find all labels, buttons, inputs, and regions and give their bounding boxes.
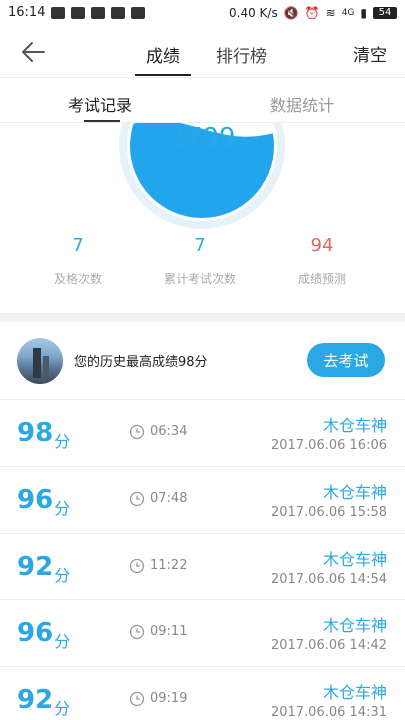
wifi-icon: ≋ bbox=[325, 5, 336, 20]
score-gauge: 2799 7 及格次数 7 累计考试次数 94 成绩预测 bbox=[0, 123, 405, 313]
status-time: 16:14 bbox=[8, 5, 46, 20]
record-score-unit: 分 bbox=[54, 498, 71, 518]
tab-data-statistics[interactable]: 数据统计 bbox=[270, 92, 334, 116]
tab-scores[interactable]: 成绩 bbox=[146, 42, 180, 67]
record-user-name: 木仓车神 bbox=[322, 616, 387, 636]
clock-icon bbox=[129, 491, 145, 506]
app2-icon bbox=[131, 6, 146, 19]
record-duration: 07:48 bbox=[150, 490, 188, 506]
mute-icon: 🔇 bbox=[283, 5, 299, 20]
clear-button[interactable]: 清空 bbox=[353, 41, 387, 66]
best-score-card: 您的历史最高成绩98分 去考试 bbox=[0, 322, 405, 400]
take-exam-button[interactable]: 去考试 bbox=[307, 343, 385, 377]
clock-icon bbox=[129, 424, 145, 440]
record-score-unit: 分 bbox=[54, 432, 71, 451]
record-score: 92 bbox=[17, 551, 54, 582]
back-arrow-icon[interactable] bbox=[18, 37, 48, 67]
alarm-icon: ⏰ bbox=[304, 5, 320, 20]
avatar bbox=[17, 338, 63, 384]
record-score: 96 bbox=[17, 618, 54, 649]
stat-label: 成绩预测 bbox=[297, 272, 346, 286]
mail-icon bbox=[91, 6, 106, 19]
status-bar: 16:14 0.40 K/s 🔇 ⏰ ≋ 4G ▮ 54 bbox=[0, 0, 405, 25]
list-item[interactable]: 96 分 07:48 木仓车神 2017.06.06 15:58 bbox=[0, 467, 405, 534]
record-score: 92 bbox=[17, 685, 54, 716]
app-icon bbox=[111, 6, 126, 19]
list-item[interactable]: 92 分 11:22 木仓车神 2017.06.06 14:54 bbox=[0, 534, 405, 601]
clock-icon bbox=[129, 625, 145, 640]
signal-icon: ▮ bbox=[360, 5, 367, 20]
record-duration: 06:34 bbox=[150, 424, 188, 439]
tab-ranking[interactable]: 排行榜 bbox=[216, 42, 267, 67]
exam-records-list: 98 分 06:34 木仓车神 2017.06.06 16:06 96 分 07… bbox=[0, 400, 405, 720]
stat-label: 累计考试次数 bbox=[163, 272, 236, 286]
record-user-name: 木仓车神 bbox=[322, 549, 387, 569]
battery-icon: 54 bbox=[373, 6, 397, 19]
stat-label: 及格次数 bbox=[53, 272, 102, 286]
stat-value: 7 bbox=[72, 235, 84, 256]
active-tab-indicator bbox=[135, 74, 191, 76]
record-date: 2017.06.06 15:58 bbox=[270, 504, 387, 520]
record-score-unit: 分 bbox=[54, 699, 71, 719]
app-header: 成绩 排行榜 清空 bbox=[0, 25, 405, 78]
record-date: 2017.06.06 16:06 bbox=[270, 438, 387, 453]
list-item[interactable]: 96 分 09:11 木仓车神 2017.06.06 14:42 bbox=[0, 600, 405, 668]
stat-value: 94 bbox=[310, 235, 334, 256]
sim-icon bbox=[51, 6, 66, 19]
sub-tabs: 考试记录 数据统计 bbox=[0, 79, 405, 123]
stat-total-exams: 7 累计考试次数 bbox=[140, 235, 260, 287]
stat-pass-count: 7 及格次数 bbox=[18, 235, 138, 287]
stat-prediction: 94 成绩预测 bbox=[262, 235, 382, 287]
tab-exam-records[interactable]: 考试记录 bbox=[68, 92, 132, 116]
section-divider bbox=[0, 313, 405, 322]
record-score-unit: 分 bbox=[54, 565, 71, 585]
network-speed: 0.40 K/s bbox=[229, 5, 278, 20]
record-date: 2017.06.06 14:42 bbox=[270, 638, 387, 654]
record-score-unit: 分 bbox=[54, 632, 71, 652]
stat-value: 7 bbox=[194, 235, 206, 256]
gauge-score: 2799 bbox=[169, 123, 236, 153]
record-user-name: 木仓车神 bbox=[322, 482, 387, 502]
record-user-name: 木仓车神 bbox=[322, 683, 387, 703]
active-subtab-indicator bbox=[84, 120, 120, 122]
network-type: 4G bbox=[341, 7, 355, 18]
shield-icon bbox=[71, 6, 86, 19]
record-score: 98 bbox=[17, 418, 54, 448]
clock-icon bbox=[129, 692, 145, 707]
list-item[interactable]: 92 分 09:19 木仓车神 2017.06.06 14:31 bbox=[0, 667, 405, 720]
record-date: 2017.06.06 14:54 bbox=[270, 571, 387, 587]
record-duration: 11:22 bbox=[150, 557, 188, 573]
list-item[interactable]: 98 分 06:34 木仓车神 2017.06.06 16:06 bbox=[0, 400, 405, 467]
record-user-name: 木仓车神 bbox=[322, 416, 387, 435]
record-duration: 09:11 bbox=[150, 624, 188, 640]
clock-icon bbox=[129, 558, 145, 573]
record-date: 2017.06.06 14:31 bbox=[270, 705, 387, 720]
record-duration: 09:19 bbox=[150, 691, 188, 707]
best-score-text: 您的历史最高成绩98分 bbox=[74, 355, 208, 370]
record-score: 96 bbox=[17, 484, 54, 515]
